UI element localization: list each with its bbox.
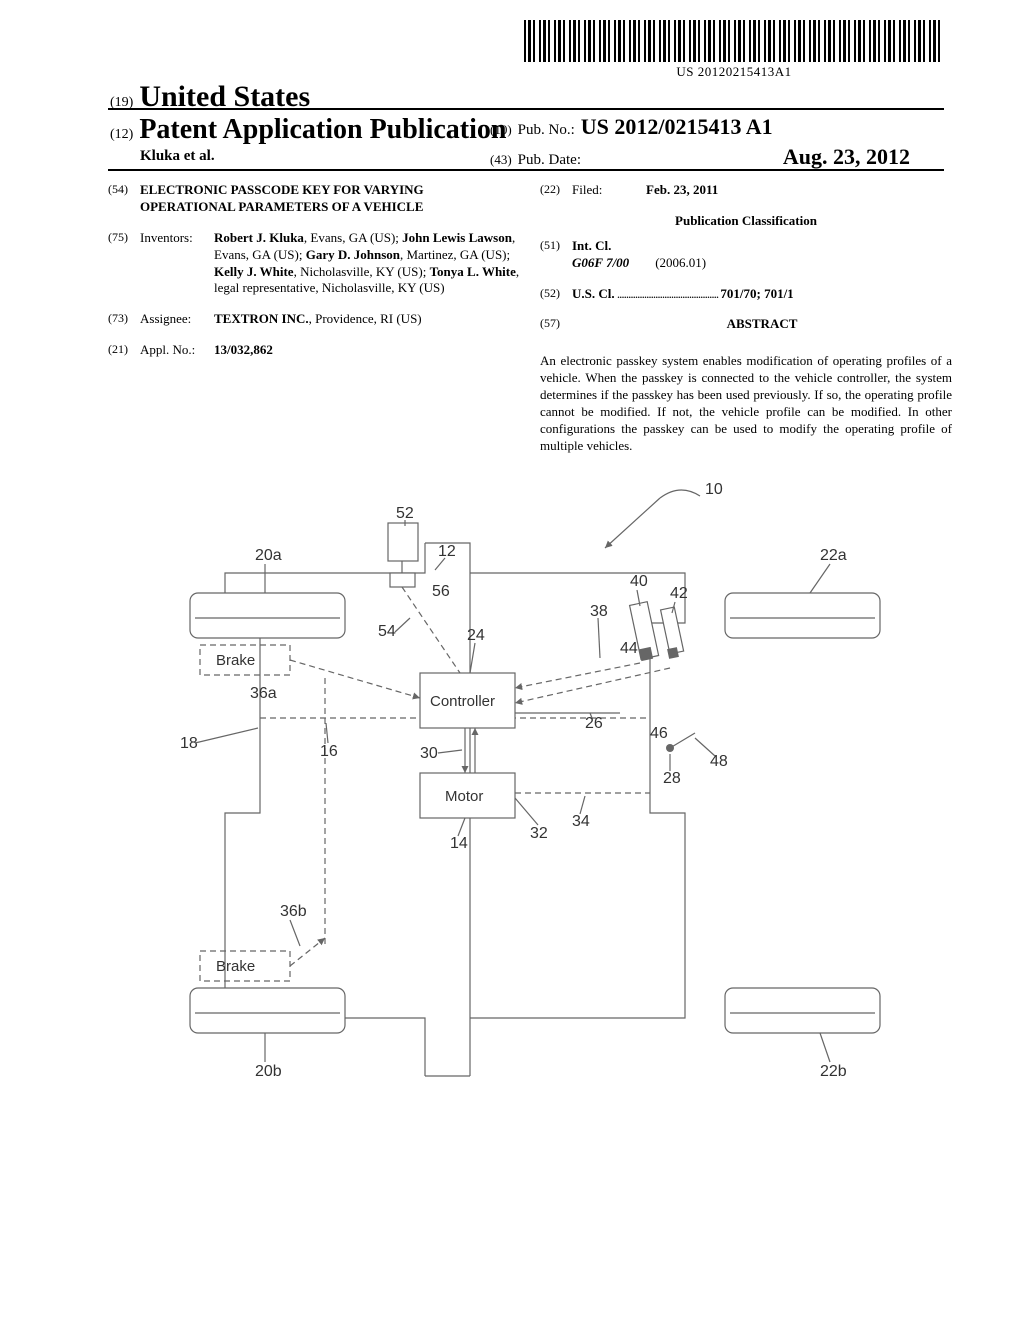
svg-text:48: 48 bbox=[710, 753, 728, 770]
intcl-value: Int. Cl. G06F 7/00 (2006.01) bbox=[572, 238, 952, 272]
svg-text:Motor: Motor bbox=[445, 788, 483, 805]
filed-label: Filed: bbox=[572, 182, 646, 199]
svg-text:20b: 20b bbox=[255, 1063, 282, 1080]
svg-text:20a: 20a bbox=[255, 547, 282, 564]
header-right: (10) Pub. No.: US 2012/0215413 A1 (43) P… bbox=[490, 114, 910, 174]
svg-text:54: 54 bbox=[378, 623, 396, 640]
title-code: (54) bbox=[108, 182, 140, 216]
pub-type: Patent Application Publication bbox=[139, 114, 506, 146]
inventors-label: Inventors: bbox=[140, 230, 214, 298]
pub-date-code: (43) bbox=[490, 152, 512, 168]
abstract-heading: ABSTRACT bbox=[572, 316, 952, 333]
svg-text:34: 34 bbox=[572, 813, 590, 830]
pub-no-label: Pub. No.: bbox=[518, 122, 575, 139]
barcode-graphic bbox=[524, 20, 944, 62]
svg-text:24: 24 bbox=[467, 627, 485, 644]
uscl-value: U.S. Cl. 701/70; 701/1 bbox=[572, 286, 952, 303]
svg-text:40: 40 bbox=[630, 573, 648, 590]
uscl-code: (52) bbox=[540, 286, 572, 303]
svg-text:52: 52 bbox=[396, 505, 414, 522]
divider-top bbox=[108, 108, 944, 110]
filed-value: Feb. 23, 2011 bbox=[646, 182, 952, 199]
pub-date-value: Aug. 23, 2012 bbox=[783, 144, 910, 170]
svg-text:36b: 36b bbox=[280, 903, 307, 920]
classification-heading: Publication Classification bbox=[540, 213, 952, 230]
svg-text:Controller: Controller bbox=[430, 693, 495, 710]
svg-text:16: 16 bbox=[320, 743, 338, 760]
pub-no-value: US 2012/0215413 A1 bbox=[581, 114, 773, 140]
svg-text:56: 56 bbox=[432, 583, 450, 600]
svg-text:36a: 36a bbox=[250, 685, 277, 702]
svg-text:26: 26 bbox=[585, 715, 603, 732]
invention-title: ELECTRONIC PASSCODE KEY FOR VARYING OPER… bbox=[140, 182, 520, 216]
appl-no-value: 13/032,862 bbox=[214, 342, 520, 359]
pub-no-code: (10) bbox=[490, 122, 512, 138]
patent-figure: .ln { stroke: #666; stroke-width: 1.2; f… bbox=[140, 478, 900, 1098]
abstract-code: (57) bbox=[540, 316, 572, 339]
svg-text:30: 30 bbox=[420, 745, 438, 762]
svg-text:28: 28 bbox=[663, 770, 681, 787]
assignee-code: (73) bbox=[108, 311, 140, 328]
appl-no-label: Appl. No.: bbox=[140, 342, 214, 359]
intcl-code: (51) bbox=[540, 238, 572, 272]
left-column: (54) ELECTRONIC PASSCODE KEY FOR VARYING… bbox=[108, 182, 520, 455]
author-line: Kluka et al. bbox=[140, 148, 215, 165]
divider-bottom bbox=[108, 169, 944, 171]
abstract-text: An electronic passkey system enables mod… bbox=[540, 353, 952, 454]
svg-text:32: 32 bbox=[530, 825, 548, 842]
svg-text:Brake: Brake bbox=[216, 652, 255, 669]
filed-code: (22) bbox=[540, 182, 572, 199]
svg-text:38: 38 bbox=[590, 603, 608, 620]
appl-no-code: (21) bbox=[108, 342, 140, 359]
svg-text:46: 46 bbox=[650, 725, 668, 742]
svg-text:10: 10 bbox=[705, 481, 723, 498]
svg-text:22a: 22a bbox=[820, 547, 847, 564]
svg-text:Brake: Brake bbox=[216, 958, 255, 975]
svg-text:12: 12 bbox=[438, 543, 456, 560]
barcode-area: US 20120215413A1 bbox=[524, 20, 944, 80]
pub-date-label: Pub. Date: bbox=[518, 152, 581, 169]
inventors-list: Robert J. Kluka, Evans, GA (US); John Le… bbox=[214, 230, 520, 298]
svg-text:42: 42 bbox=[670, 585, 688, 602]
assignee-value: TEXTRON INC., Providence, RI (US) bbox=[214, 311, 520, 328]
assignee-label: Assignee: bbox=[140, 311, 214, 328]
pub-type-code: (12) bbox=[110, 127, 133, 143]
barcode-number: US 20120215413A1 bbox=[524, 64, 944, 80]
right-column: (22) Filed: Feb. 23, 2011 Publication Cl… bbox=[540, 182, 952, 455]
bibliographic-data: (54) ELECTRONIC PASSCODE KEY FOR VARYING… bbox=[108, 182, 952, 455]
svg-text:14: 14 bbox=[450, 835, 468, 852]
inventors-code: (75) bbox=[108, 230, 140, 298]
svg-text:22b: 22b bbox=[820, 1063, 847, 1080]
svg-text:44: 44 bbox=[620, 640, 638, 657]
